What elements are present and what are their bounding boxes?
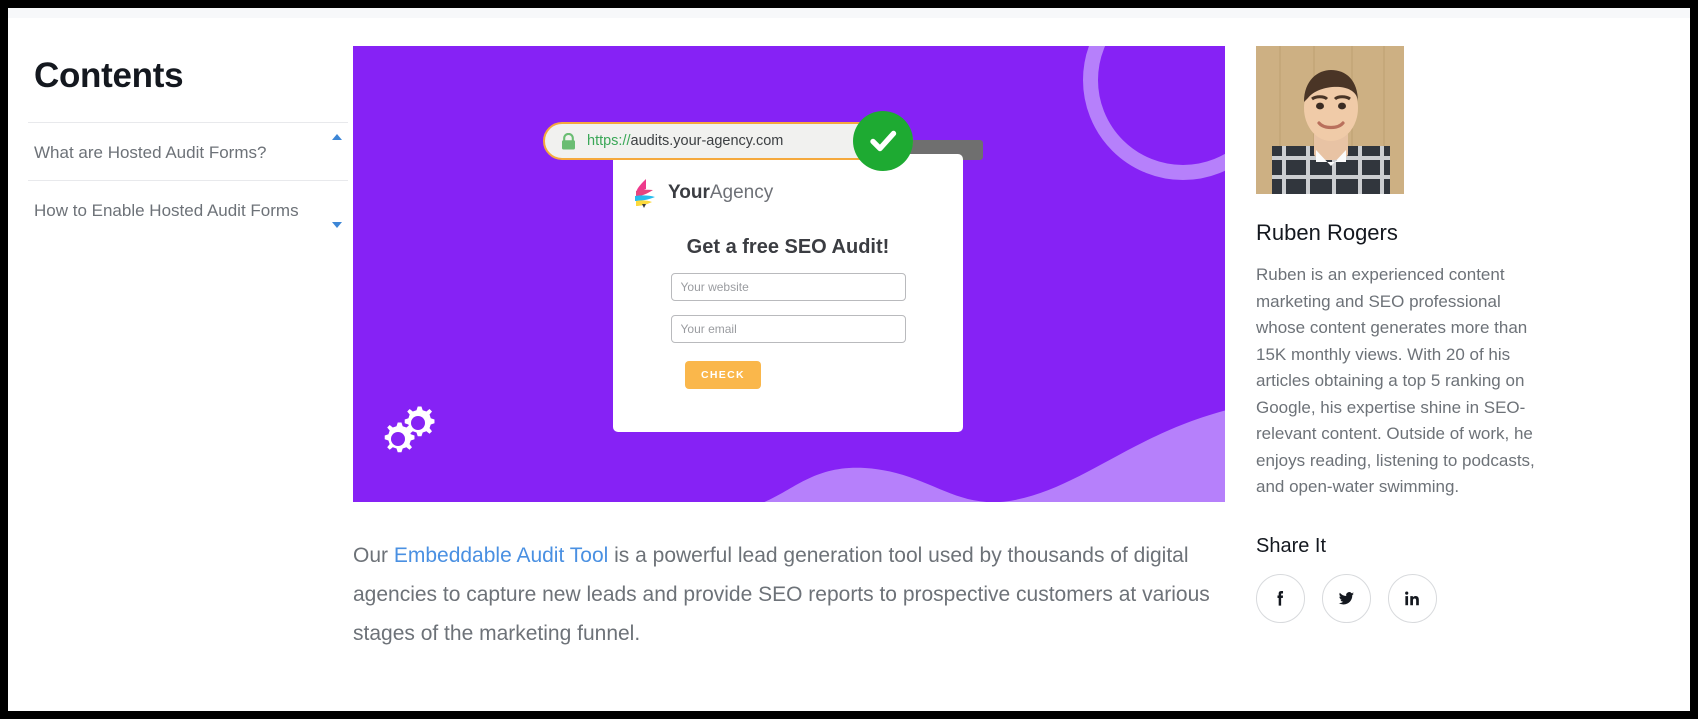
twitter-icon[interactable] bbox=[1322, 573, 1371, 623]
top-strip bbox=[8, 8, 1690, 18]
twitter-glyph bbox=[1338, 591, 1355, 604]
toc-scroll-up-icon[interactable] bbox=[332, 134, 342, 140]
lock-icon bbox=[562, 132, 575, 149]
logo-light: Agency bbox=[709, 182, 774, 203]
toc-item-what-are-hosted-audit-forms[interactable]: What are Hosted Audit Forms? bbox=[28, 122, 348, 180]
contents-title: Contents bbox=[34, 56, 184, 95]
toc-list: What are Hosted Audit Forms? How to Enab… bbox=[28, 122, 348, 238]
check-button[interactable]: CHECK bbox=[685, 361, 761, 389]
url-scheme: https:// bbox=[587, 133, 631, 149]
article-paragraph: Our Embeddable Audit Tool is a powerful … bbox=[353, 536, 1233, 653]
share-title: Share It bbox=[1256, 534, 1327, 557]
logo-bold: Your bbox=[668, 182, 710, 203]
avatar bbox=[1256, 46, 1404, 194]
contents-sidebar: Contents What are Hosted Audit Forms? Ho… bbox=[28, 56, 348, 238]
agency-logo-text: YourAgency bbox=[668, 182, 773, 204]
paragraph-prefix: Our bbox=[353, 544, 394, 567]
green-checkmark-icon bbox=[853, 111, 913, 171]
audit-form-card: YourAgency Get a free SEO Audit! CHECK bbox=[613, 154, 963, 432]
circle-outline-decoration bbox=[1083, 46, 1225, 180]
toc-scroll-down-icon[interactable] bbox=[332, 222, 342, 228]
website-input[interactable] bbox=[670, 273, 906, 301]
toc-item-how-to-enable-hosted-audit-forms[interactable]: How to Enable Hosted Audit Forms bbox=[28, 180, 348, 238]
facebook-icon[interactable] bbox=[1256, 573, 1305, 623]
page-frame: Contents What are Hosted Audit Forms? Ho… bbox=[8, 8, 1690, 711]
social-links bbox=[1256, 573, 1556, 623]
email-input[interactable] bbox=[670, 315, 906, 343]
avatar-photo bbox=[1256, 46, 1404, 194]
url-host: audits.your-agency.com bbox=[630, 133, 784, 149]
form-heading: Get a free SEO Audit! bbox=[686, 236, 890, 258]
author-panel: Ruben Rogers Ruben is an experienced con… bbox=[1256, 46, 1556, 623]
check-glyph bbox=[870, 130, 897, 152]
agency-logo-icon bbox=[635, 179, 655, 208]
agency-logo: YourAgency bbox=[633, 178, 963, 208]
linkedin-glyph bbox=[1405, 591, 1419, 605]
author-name: Ruben Rogers bbox=[1256, 220, 1398, 245]
author-bio: Ruben is an experienced content marketin… bbox=[1256, 265, 1535, 496]
embeddable-audit-tool-link[interactable]: Embeddable Audit Tool bbox=[394, 544, 608, 567]
linkedin-icon[interactable] bbox=[1388, 573, 1437, 623]
hero-image: https://audits.your-agency.com YourAgenc… bbox=[353, 46, 1225, 502]
gear-icon bbox=[384, 406, 435, 453]
facebook-glyph bbox=[1277, 590, 1284, 606]
url-text: https://audits.your-agency.com bbox=[587, 133, 783, 149]
